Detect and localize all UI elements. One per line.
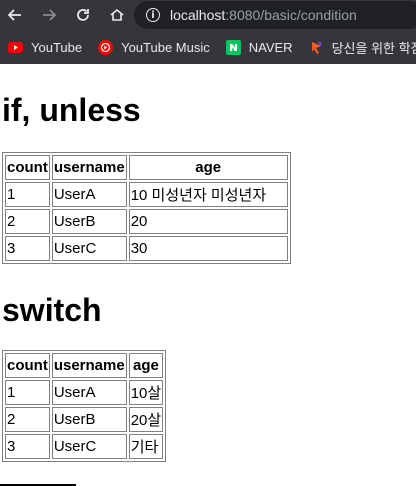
- if-unless-table: count username age 1 UserA 10 미성년자 미성년자 …: [2, 152, 291, 264]
- table-row: 1 UserA 10살: [5, 380, 164, 405]
- youtube-music-icon: [98, 39, 114, 55]
- cell-age: 20살: [128, 407, 164, 432]
- column-header-username: username: [51, 155, 127, 180]
- back-arrow-icon[interactable]: [2, 2, 28, 28]
- heading-if-unless: if, unless: [2, 92, 141, 128]
- forward-arrow-icon[interactable]: [36, 2, 62, 28]
- cell-count: 1: [5, 182, 50, 207]
- table-row: 2 UserB 20살: [5, 407, 164, 432]
- naver-icon: [225, 39, 241, 55]
- table-row: 1 UserA 10 미성년자 미성년자: [5, 182, 288, 207]
- bookmark-youtube[interactable]: YouTube: [8, 40, 82, 55]
- table-row: 3 UserC 기타: [5, 434, 164, 459]
- cell-count: 2: [5, 209, 50, 234]
- cell-username: UserB: [51, 209, 127, 234]
- url-host: localhost: [170, 7, 226, 23]
- cell-username: UserC: [51, 434, 127, 459]
- address-bar[interactable]: i localhost:8080/basic/condition: [134, 1, 416, 29]
- bookmark-label: YouTube Music: [121, 39, 210, 55]
- cell-count: 2: [5, 407, 50, 432]
- column-header-age: age: [128, 353, 164, 378]
- switch-table: count username age 1 UserA 10살 2 UserB 2…: [2, 350, 167, 462]
- bookmark-label: 당신을 위한 학점: [331, 40, 416, 56]
- cell-username: UserC: [51, 236, 127, 261]
- cell-count: 3: [5, 434, 50, 459]
- url-text[interactable]: localhost:8080/basic/condition: [170, 7, 357, 23]
- table-header-row: count username age: [5, 155, 288, 180]
- bookmarks-bar: YouTube YouTube Music NAVER 당신을 위한 학점: [0, 34, 416, 60]
- bookmark-youtube-music[interactable]: YouTube Music: [98, 39, 210, 55]
- bookmark-naver[interactable]: NAVER: [225, 39, 293, 55]
- cell-count: 3: [5, 236, 50, 261]
- cell-age: 10살: [128, 380, 164, 405]
- url-path: :8080/basic/condition: [225, 7, 357, 23]
- youtube-icon: [8, 40, 23, 55]
- cell-username: UserB: [51, 407, 127, 432]
- cell-age: 20: [128, 209, 288, 234]
- table-header-row: count username age: [5, 353, 164, 378]
- column-header-count: count: [5, 353, 50, 378]
- cell-username: UserA: [51, 182, 127, 207]
- reload-icon[interactable]: [70, 2, 96, 28]
- bookmark-student-credit[interactable]: 당신을 위한 학점: [309, 38, 416, 57]
- cell-count: 1: [5, 380, 50, 405]
- cell-username: UserA: [51, 380, 127, 405]
- bookmark-icon: [309, 40, 324, 55]
- column-header-count: count: [5, 155, 50, 180]
- heading-switch: switch: [2, 292, 102, 328]
- bookmark-label: NAVER: [248, 39, 293, 55]
- info-icon[interactable]: i: [146, 8, 160, 22]
- cell-age: 10 미성년자 미성년자: [128, 182, 288, 207]
- navigation-row: i localhost:8080/basic/condition: [0, 0, 416, 30]
- column-header-age: age: [128, 155, 288, 180]
- bookmark-label: YouTube: [31, 39, 83, 55]
- cell-age: 기타: [128, 434, 164, 459]
- cell-age: 30: [128, 236, 288, 261]
- table-row: 2 UserB 20: [5, 209, 288, 234]
- home-icon[interactable]: [104, 2, 130, 28]
- table-row: 3 UserC 30: [5, 236, 288, 261]
- browser-toolbar: i localhost:8080/basic/condition YouTube…: [0, 0, 416, 64]
- column-header-username: username: [51, 353, 127, 378]
